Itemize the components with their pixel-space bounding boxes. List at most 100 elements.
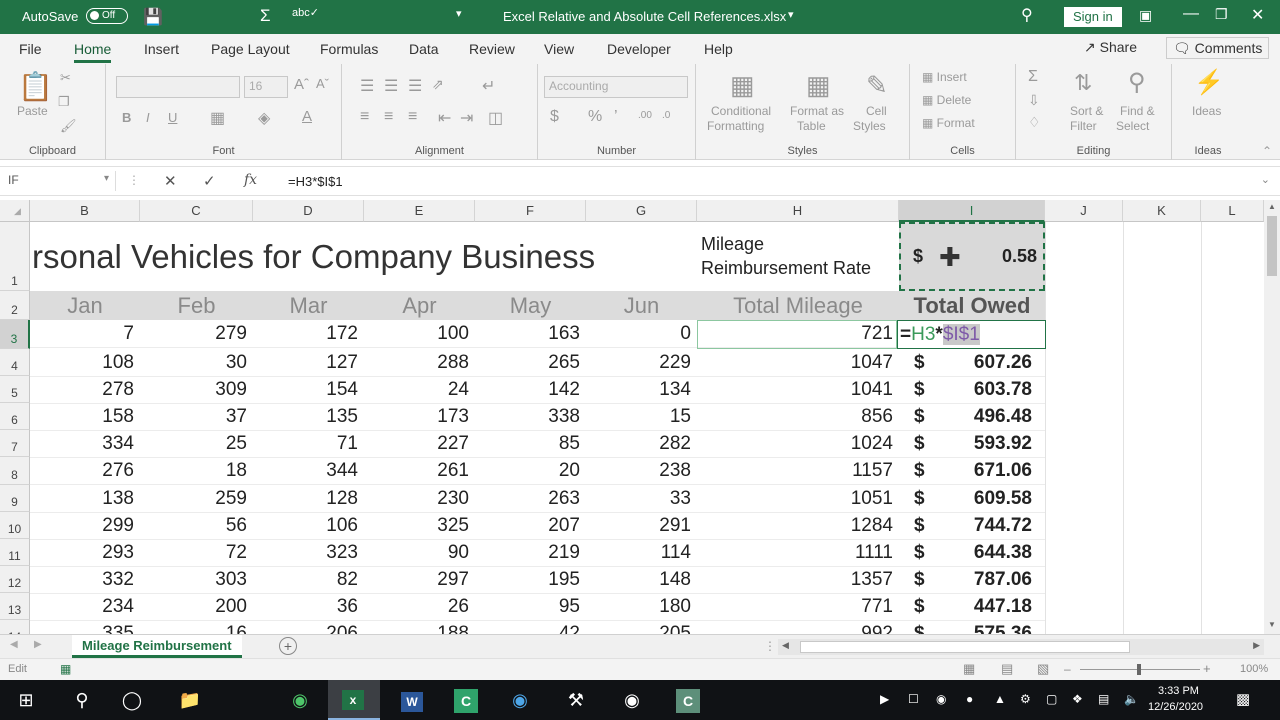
horizontal-scroll-thumb[interactable] bbox=[800, 641, 1130, 653]
cell-may[interactable]: 195 bbox=[475, 566, 586, 593]
cell-jan[interactable]: 332 bbox=[30, 566, 140, 593]
row-header-4[interactable]: 4 bbox=[0, 349, 30, 376]
cell-jun[interactable]: 148 bbox=[586, 566, 697, 593]
notifications-icon[interactable]: ▩ bbox=[1236, 690, 1250, 708]
row-header-9[interactable]: 9 bbox=[0, 485, 30, 512]
cell-total-mileage[interactable]: 1357 bbox=[697, 566, 899, 593]
cell-total-owed[interactable]: 603.78 bbox=[910, 376, 1040, 403]
volume-icon[interactable]: 🔈 bbox=[1124, 692, 1139, 706]
tray-icon-3[interactable]: ● bbox=[966, 692, 973, 706]
format-painter-icon[interactable]: 🖌 bbox=[60, 118, 77, 134]
prev-sheet-icon[interactable]: ◀ bbox=[10, 639, 18, 650]
cell-may[interactable]: 163 bbox=[475, 320, 586, 347]
cell-may[interactable]: 263 bbox=[475, 485, 586, 512]
conditional-label[interactable]: Conditional bbox=[711, 104, 771, 118]
name-box[interactable]: IF ▾ bbox=[4, 171, 116, 191]
cell-feb[interactable]: 25 bbox=[140, 430, 253, 457]
conditional-formatting-icon[interactable]: ▦ bbox=[730, 70, 755, 101]
zoom-level[interactable]: 100% bbox=[1240, 663, 1268, 675]
cell-mar[interactable]: 36 bbox=[253, 593, 364, 620]
cell-total-mileage[interactable]: 992 bbox=[697, 620, 899, 634]
formula-input[interactable]: =H3*$I$1 bbox=[288, 174, 343, 189]
tab-data[interactable]: Data bbox=[409, 41, 439, 57]
word-icon[interactable]: W bbox=[392, 686, 432, 714]
scroll-left-icon[interactable]: ◀ bbox=[782, 640, 789, 651]
cell-jan[interactable]: 276 bbox=[30, 457, 140, 484]
find-select-icon[interactable]: ⚲ bbox=[1128, 68, 1146, 97]
ideas-label[interactable]: Ideas bbox=[1192, 104, 1221, 118]
cell-jan[interactable]: 335 bbox=[30, 620, 140, 634]
column-header-f[interactable]: F bbox=[475, 200, 586, 222]
tab-help[interactable]: Help bbox=[704, 41, 733, 57]
paste-icon[interactable]: 📋 bbox=[18, 70, 53, 103]
cell-mar[interactable]: 82 bbox=[253, 566, 364, 593]
tab-insert[interactable]: Insert bbox=[144, 41, 179, 57]
taskbar-excel-active[interactable]: x bbox=[328, 680, 380, 720]
tray-icon-2[interactable]: ☐ bbox=[908, 692, 919, 706]
cell-mar[interactable]: 127 bbox=[253, 349, 364, 376]
clock-time[interactable]: 3:33 PM bbox=[1158, 685, 1199, 697]
cell-apr[interactable]: 288 bbox=[364, 349, 475, 376]
share-button[interactable]: ↗ Share bbox=[1084, 39, 1137, 56]
edge-icon[interactable]: ◉ bbox=[500, 686, 540, 714]
rate-value-cell[interactable]: $ ✚ 0.58 bbox=[899, 222, 1045, 291]
format-as-table-icon[interactable]: ▦ bbox=[806, 70, 831, 101]
column-header-k[interactable]: K bbox=[1123, 200, 1201, 222]
clear-icon[interactable]: ♢ bbox=[1028, 114, 1041, 131]
cell-jun[interactable]: 238 bbox=[586, 457, 697, 484]
sign-in-button[interactable]: Sign in bbox=[1064, 7, 1122, 27]
find-label[interactable]: Find & bbox=[1120, 104, 1155, 118]
page-break-view-icon[interactable]: ▧ bbox=[1037, 661, 1049, 677]
cell-feb[interactable]: 16 bbox=[140, 620, 253, 634]
align-middle-icon[interactable]: ☰ bbox=[384, 76, 398, 96]
fill-icon[interactable]: ⇩ bbox=[1028, 92, 1040, 109]
cell-styles-label[interactable]: Styles bbox=[853, 119, 886, 133]
select-label[interactable]: Select bbox=[1116, 119, 1149, 133]
orientation-icon[interactable]: ⇗ bbox=[432, 76, 444, 93]
cell-mar[interactable]: 323 bbox=[253, 539, 364, 566]
row-header-7[interactable]: 7 bbox=[0, 430, 30, 457]
cell-apr[interactable]: 188 bbox=[364, 620, 475, 634]
cell-feb[interactable]: 309 bbox=[140, 376, 253, 403]
rate-label-cell[interactable]: Mileage Reimbursement Rate bbox=[697, 222, 899, 291]
cell-apr[interactable]: 325 bbox=[364, 512, 475, 539]
align-top-icon[interactable]: ☰ bbox=[360, 76, 374, 96]
bold-icon[interactable]: B bbox=[122, 110, 131, 125]
decrease-indent-icon[interactable]: ⇤ bbox=[438, 108, 451, 128]
active-cell-editor[interactable]: =H3*$I$1 bbox=[897, 320, 1046, 349]
font-size-combo[interactable]: 16 bbox=[244, 76, 288, 98]
cell-may[interactable]: 219 bbox=[475, 539, 586, 566]
cell-may[interactable]: 338 bbox=[475, 403, 586, 430]
format-cells-button[interactable]: ▦ Format bbox=[922, 116, 975, 130]
filename-dropdown-icon[interactable]: ▾ bbox=[788, 8, 794, 21]
copy-icon[interactable]: ❐ bbox=[58, 94, 70, 110]
cut-icon[interactable]: ✂ bbox=[60, 70, 71, 86]
cell-total-owed[interactable]: 607.26 bbox=[910, 349, 1040, 376]
cell-apr[interactable]: 297 bbox=[364, 566, 475, 593]
steam-icon[interactable]: ◉ bbox=[612, 686, 652, 714]
row-header-1[interactable]: 1 bbox=[0, 222, 30, 291]
row-header-11[interactable]: 11 bbox=[0, 539, 30, 566]
column-header-h[interactable]: H bbox=[697, 200, 899, 222]
header-mar[interactable]: Mar bbox=[253, 291, 364, 320]
add-sheet-icon[interactable]: + bbox=[279, 637, 297, 655]
cell-total-mileage[interactable]: 1157 bbox=[697, 457, 899, 484]
minimize-icon[interactable]: — bbox=[1183, 5, 1199, 23]
cell-feb[interactable]: 303 bbox=[140, 566, 253, 593]
column-header-l[interactable]: L bbox=[1201, 200, 1264, 222]
cell-total-owed[interactable]: 447.18 bbox=[910, 593, 1040, 620]
next-sheet-icon[interactable]: ▶ bbox=[34, 639, 42, 650]
wrap-text-icon[interactable]: ↵ bbox=[482, 76, 495, 96]
cell-apr[interactable]: 100 bbox=[364, 320, 475, 347]
row-header-6[interactable]: 6 bbox=[0, 403, 30, 430]
header-total-owed[interactable]: Total Owed bbox=[899, 291, 1045, 320]
tab-home[interactable]: Home bbox=[74, 41, 112, 63]
cell-mar[interactable]: 128 bbox=[253, 485, 364, 512]
cell-jan[interactable]: 278 bbox=[30, 376, 140, 403]
column-header-g[interactable]: G bbox=[586, 200, 697, 222]
percent-icon[interactable]: % bbox=[588, 108, 602, 126]
windows-start-icon[interactable]: ⊞ bbox=[6, 686, 46, 714]
cell-apr[interactable]: 173 bbox=[364, 403, 475, 430]
column-header-b[interactable]: B bbox=[30, 200, 140, 222]
cell-mar[interactable]: 135 bbox=[253, 403, 364, 430]
